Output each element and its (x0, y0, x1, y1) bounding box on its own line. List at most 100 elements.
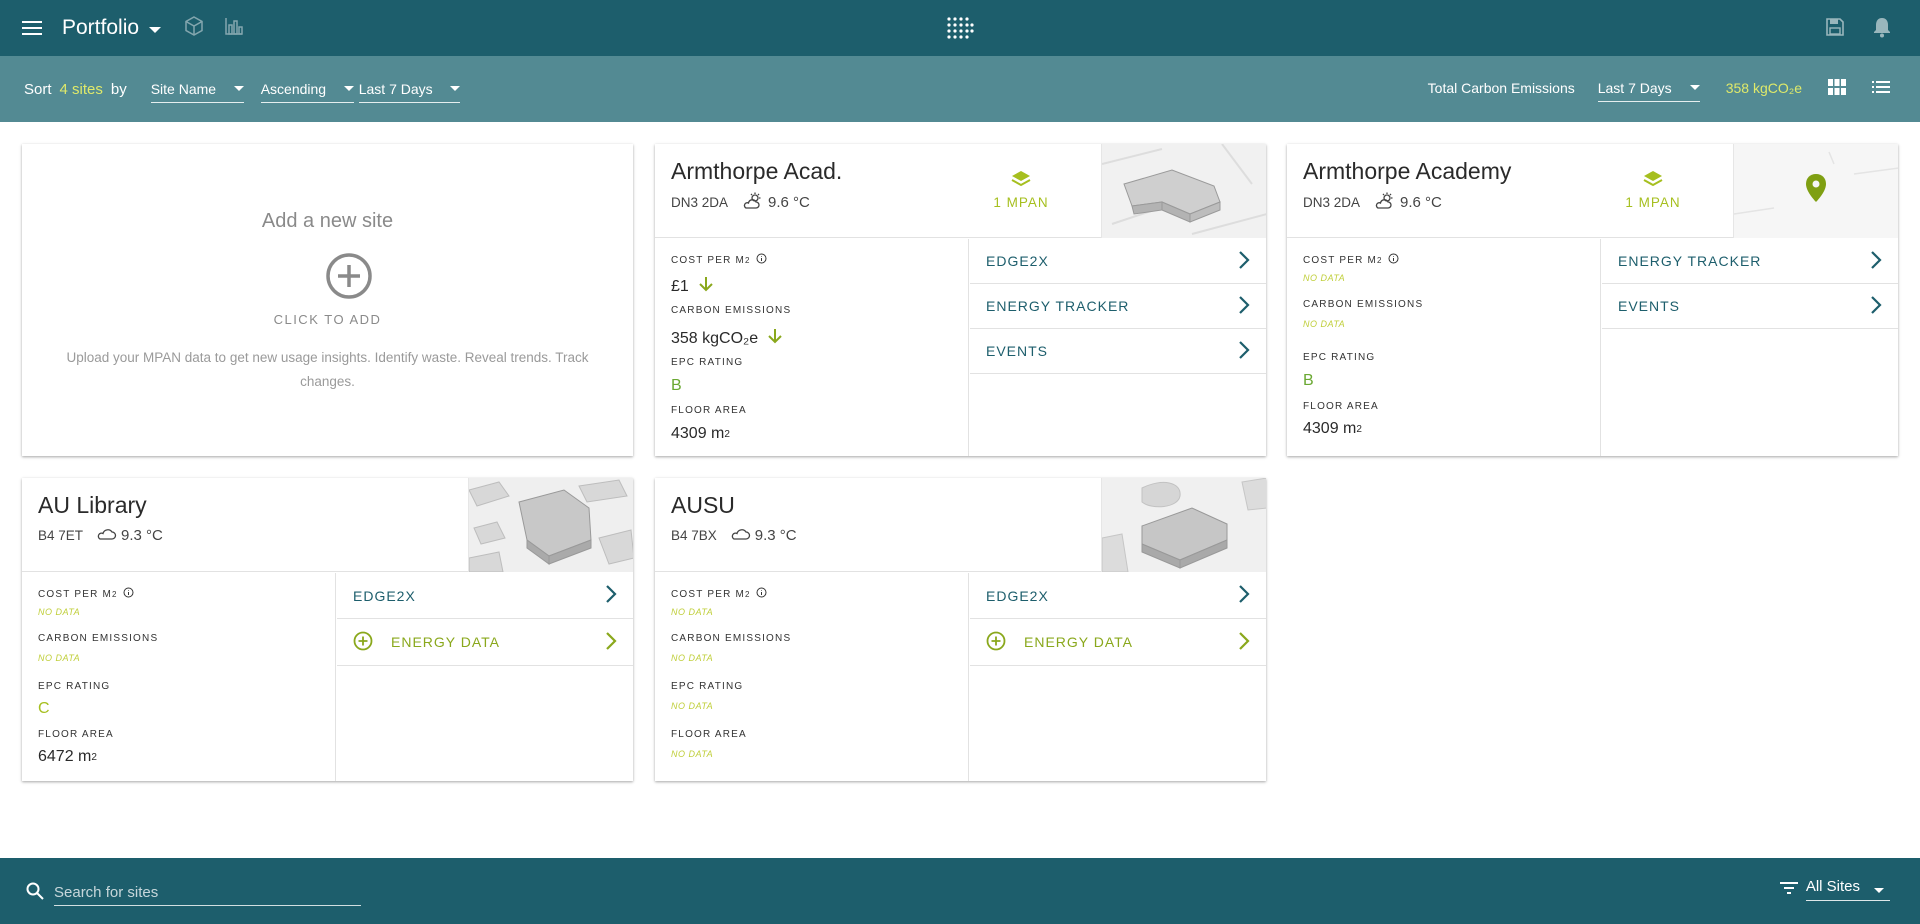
period-select[interactable]: Last 7 Days (358, 75, 460, 103)
chart-icon[interactable] (223, 15, 245, 42)
energy-data-link[interactable]: ENERGY DATA (970, 619, 1266, 666)
floor-value: 4309 m2 (671, 425, 730, 442)
mpan-count: 1 MPAN (1625, 195, 1681, 210)
cost-label: COST PER M2 (1303, 253, 1399, 267)
floor-label: FLOOR AREA (671, 405, 747, 416)
floor-label: FLOOR AREA (1303, 401, 1379, 412)
site-postcode: B4 7ET (38, 528, 84, 543)
carbon-no-data: NO DATA (1303, 319, 1346, 329)
add-site-description: Upload your MPAN data to get new usage i… (66, 350, 589, 389)
epc-label: EPC RATING (671, 681, 744, 692)
site-header: Armthorpe Academy DN3 2DA 9.6 °C 1 MPAN (1287, 144, 1898, 238)
edge2x-link[interactable]: EDGE2X (337, 573, 633, 619)
cube-icon[interactable] (183, 15, 205, 42)
chevron-right-icon (1870, 250, 1882, 273)
building-3d-thumbnail[interactable] (1101, 478, 1266, 572)
site-header: Armthorpe Acad. DN3 2DA 9.6 °C 1 MPAN (655, 144, 1266, 238)
edge2x-link[interactable]: EDGE2X (970, 239, 1266, 284)
arrow-down-icon (768, 328, 782, 349)
add-circle-icon[interactable] (325, 252, 373, 305)
weather-partly-cloudy-icon (1374, 192, 1396, 213)
site-temperature: 9.3 °C (754, 527, 797, 544)
site-name[interactable]: Armthorpe Acad. (671, 158, 842, 185)
chevron-right-icon (1238, 250, 1250, 273)
energy-tracker-link[interactable]: ENERGY TRACKER (970, 284, 1266, 329)
search-icon[interactable] (26, 882, 44, 905)
floor-no-data: NO DATA (671, 749, 714, 759)
floor-label: FLOOR AREA (38, 729, 114, 740)
app-title[interactable]: Portfolio (62, 16, 139, 40)
site-card[interactable]: Armthorpe Academy DN3 2DA 9.6 °C 1 MPAN … (1287, 144, 1898, 456)
epc-label: EPC RATING (1303, 352, 1376, 363)
edge2x-link[interactable]: EDGE2X (970, 573, 1266, 619)
cost-value: £1 (671, 276, 713, 297)
weather-partly-cloudy-icon (742, 192, 764, 213)
site-links: ENERGY TRACKER EVENTS (1602, 239, 1898, 329)
sort-field-select[interactable]: Site Name (150, 75, 244, 103)
list-view-icon[interactable] (1872, 80, 1890, 97)
site-count: 4 sites (59, 80, 103, 98)
click-to-add-label[interactable]: CLICK TO ADD (22, 312, 633, 327)
epc-value: C (38, 700, 50, 717)
site-name[interactable]: Armthorpe Academy (1303, 158, 1511, 185)
sort-order-select[interactable]: Ascending (260, 75, 354, 103)
mpan-indicator[interactable]: 1 MPAN (971, 170, 1071, 210)
by-label: by (110, 80, 127, 98)
save-icon[interactable] (1824, 16, 1846, 43)
weather-cloudy-icon (731, 526, 751, 545)
site-card[interactable]: AUSU B4 7BX 9.3 °C COST PER M2 NO DATA C… (655, 478, 1266, 781)
site-links: EDGE2X ENERGY DATA (970, 573, 1266, 666)
epc-label: EPC RATING (38, 681, 111, 692)
period-value: Last 7 Days (358, 80, 433, 97)
site-postcode: DN3 2DA (1303, 195, 1361, 210)
site-stats: COST PER M2 NO DATA CARBON EMISSIONS NO … (22, 573, 336, 781)
total-period-value: Last 7 Days (1597, 79, 1672, 96)
total-carbon-value: 358 kgCO₂e (1725, 80, 1802, 96)
layers-icon (971, 170, 1071, 191)
site-postcode: B4 7BX (671, 528, 717, 543)
energy-data-link[interactable]: ENERGY DATA (337, 619, 633, 666)
app-bar: Portfolio (0, 0, 1920, 56)
site-temperature: 9.3 °C (121, 527, 163, 544)
floor-value: 4309 m2 (1303, 420, 1362, 437)
floor-label: FLOOR AREA (671, 729, 747, 740)
site-name[interactable]: AUSU (671, 492, 735, 519)
chevron-right-icon (1870, 295, 1882, 318)
site-map-thumbnail[interactable] (1733, 144, 1898, 238)
grid-view-icon[interactable] (1828, 78, 1846, 98)
site-card[interactable]: Armthorpe Acad. DN3 2DA 9.6 °C 1 MPAN CO… (655, 144, 1266, 456)
info-icon[interactable] (1388, 253, 1399, 267)
sort-order-value: Ascending (260, 80, 327, 97)
site-filter-select[interactable]: All Sites (1779, 878, 1890, 901)
title-dropdown-icon[interactable] (149, 26, 162, 33)
arrow-down-icon (699, 276, 713, 297)
chevron-down-icon (343, 86, 354, 91)
site-temperature: 9.6 °C (1400, 194, 1442, 211)
notifications-bell-icon[interactable] (1872, 16, 1892, 43)
site-temperature: 9.6 °C (768, 194, 810, 211)
total-period-select[interactable]: Last 7 Days (1597, 74, 1700, 102)
building-3d-thumbnail[interactable] (1101, 144, 1266, 238)
site-name[interactable]: AU Library (38, 492, 147, 519)
events-link[interactable]: EVENTS (1602, 284, 1898, 329)
site-postcode: DN3 2DA (671, 195, 729, 210)
chevron-down-icon (233, 86, 244, 91)
info-icon[interactable] (756, 587, 767, 601)
chevron-right-icon (605, 584, 617, 607)
mpan-indicator[interactable]: 1 MPAN (1603, 170, 1703, 210)
cost-no-data: NO DATA (1303, 273, 1346, 283)
events-link[interactable]: EVENTS (970, 329, 1266, 374)
chevron-down-icon (1689, 85, 1700, 90)
info-icon[interactable] (123, 587, 134, 601)
menu-icon[interactable] (20, 16, 44, 40)
site-card[interactable]: AU Library B4 7ET 9.3 °C COST PER M2 NO … (22, 478, 633, 781)
search-input[interactable] (54, 880, 361, 906)
info-icon[interactable] (756, 253, 767, 267)
energy-tracker-link[interactable]: ENERGY TRACKER (1602, 239, 1898, 284)
building-3d-thumbnail[interactable] (468, 478, 633, 572)
epc-value: B (1303, 372, 1314, 389)
carbon-label: CARBON EMISSIONS (1303, 299, 1424, 310)
chevron-right-icon (1238, 295, 1250, 318)
cost-label: COST PER M2 (671, 587, 767, 601)
add-site-card[interactable]: Add a new site CLICK TO ADD Upload your … (22, 144, 633, 456)
